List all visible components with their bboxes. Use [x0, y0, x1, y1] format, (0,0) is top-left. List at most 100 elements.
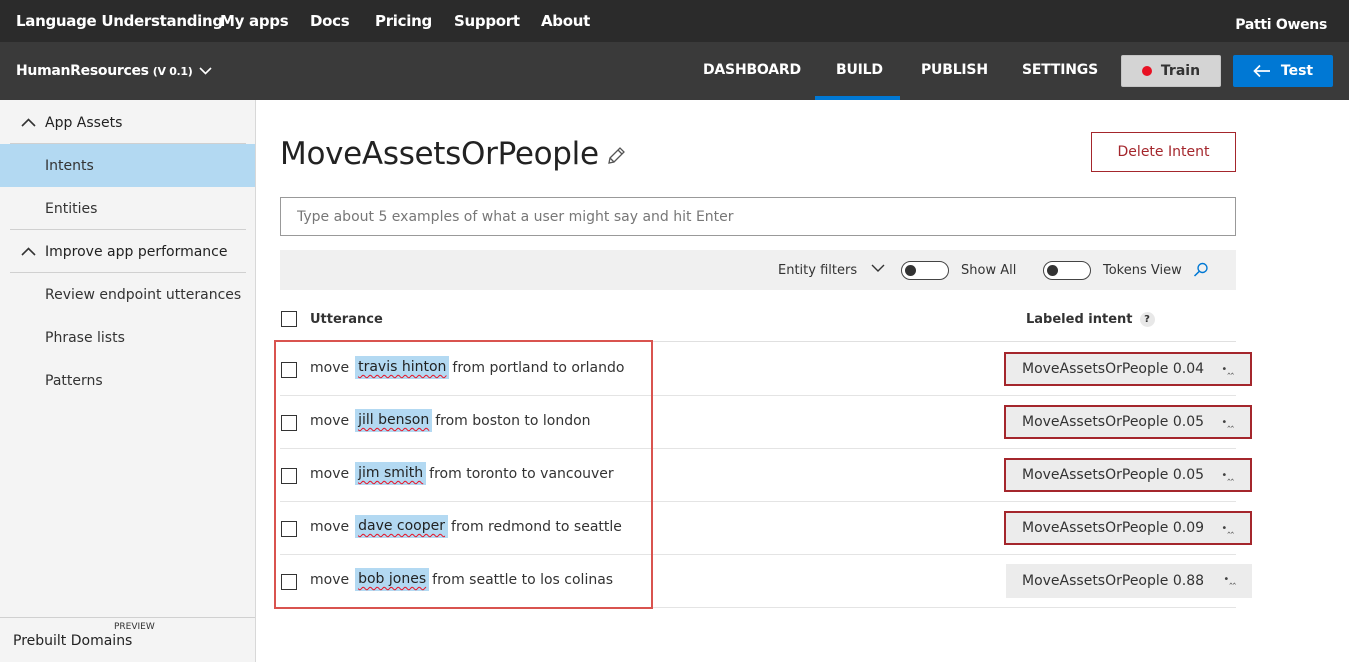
column-header-labeled-intent: Labeled intent ? [1026, 312, 1155, 327]
utterance-suffix: from portland to orlando [452, 359, 625, 376]
row-checkbox[interactable] [281, 415, 297, 431]
page-title: MoveAssetsOrPeople [280, 136, 599, 172]
preview-badge: PREVIEW [114, 622, 155, 632]
utterance-text[interactable]: move dave cooper from redmond to seattle [310, 515, 622, 538]
intent-value: MoveAssetsOrPeople 0.04 [1022, 361, 1205, 377]
tab-build[interactable]: BUILD [836, 62, 883, 78]
show-all-toggle[interactable] [901, 261, 949, 280]
sidebar-item-review-endpoint[interactable]: Review endpoint utterances [0, 273, 255, 316]
utterance-input[interactable] [280, 197, 1236, 236]
entity-filters-label[interactable]: Entity filters [778, 263, 857, 278]
intent-value: MoveAssetsOrPeople 0.05 [1022, 467, 1205, 483]
sidebar-section-improve[interactable]: Improve app performance [0, 230, 256, 273]
tokens-view-toggle[interactable] [1043, 261, 1091, 280]
arrow-left-icon [1253, 64, 1270, 78]
row-checkbox[interactable] [281, 574, 297, 590]
intent-dropdown[interactable]: MoveAssetsOrPeople 0.09 •‸‸ [1004, 511, 1252, 545]
utterance-suffix: from redmond to seattle [451, 518, 622, 535]
user-name[interactable]: Patti Owens [1235, 17, 1327, 33]
row-checkbox[interactable] [281, 521, 297, 537]
test-button[interactable]: Test [1233, 55, 1333, 87]
entity-label[interactable]: travis hinton [355, 356, 450, 379]
sidebar-item-intents[interactable]: Intents [0, 144, 255, 187]
chevron-up-icon [21, 247, 36, 256]
utterance-prefix: move [310, 518, 350, 535]
app-selector[interactable]: HumanResources (V 0.1) [16, 63, 212, 79]
toggle-knob [1047, 265, 1058, 276]
status-dot-icon [1141, 66, 1152, 76]
intent-dropdown[interactable]: MoveAssetsOrPeople 0.05 •‸‸ [1004, 405, 1252, 439]
search-icon[interactable] [1193, 262, 1209, 278]
delete-intent-button[interactable]: Delete Intent [1091, 132, 1236, 172]
help-icon[interactable]: ? [1139, 312, 1155, 327]
intent-dropdown[interactable]: MoveAssetsOrPeople 0.05 •‸‸ [1004, 458, 1252, 492]
table-row: move bob jones from seattle to los colin… [280, 555, 1252, 608]
tab-dashboard[interactable]: DASHBOARD [703, 62, 801, 78]
dropdown-icon: •‸‸ [1221, 470, 1234, 481]
entity-label[interactable]: dave cooper [355, 515, 449, 538]
dropdown-icon: •‸‸ [1221, 417, 1234, 428]
table-header: Utterance Labeled intent ? [280, 304, 1236, 342]
utterance-prefix: move [310, 465, 350, 482]
section-label: App Assets [45, 114, 123, 131]
table-row: move dave cooper from redmond to seattle… [280, 502, 1252, 555]
test-label: Test [1280, 63, 1314, 79]
row-checkbox[interactable] [281, 362, 297, 378]
tab-publish[interactable]: PUBLISH [921, 62, 988, 78]
table-row: move jim smith from toronto to vancouver… [280, 449, 1252, 502]
sidebar-item-label: Review endpoint utterances [45, 286, 242, 303]
entity-label[interactable]: jim smith [355, 462, 427, 485]
table-row: move jill benson from boston to london M… [280, 396, 1252, 449]
intent-value: MoveAssetsOrPeople 0.05 [1022, 414, 1205, 430]
dropdown-icon: •‸‸ [1221, 523, 1234, 534]
train-button[interactable]: Train [1121, 55, 1221, 87]
nav-docs[interactable]: Docs [310, 12, 350, 30]
top-nav-bar: Language Understanding My apps Docs Pric… [0, 0, 1349, 42]
entity-label[interactable]: jill benson [355, 409, 433, 432]
table-row: move travis hinton from portland to orla… [280, 343, 1252, 396]
select-all-checkbox[interactable] [281, 311, 297, 327]
utterance-suffix: from toronto to vancouver [429, 465, 614, 482]
tokens-view-label: Tokens View [1103, 263, 1182, 278]
entity-label[interactable]: bob jones [355, 568, 430, 591]
intent-dropdown[interactable]: MoveAssetsOrPeople 0.04 •‸‸ [1004, 352, 1252, 386]
chevron-down-icon[interactable] [871, 264, 885, 273]
utterance-prefix: move [310, 412, 350, 429]
intent-dropdown[interactable]: MoveAssetsOrPeople 0.88 •‸‸ [1006, 564, 1252, 598]
utterance-prefix: move [310, 359, 350, 376]
nav-support[interactable]: Support [454, 12, 520, 30]
dropdown-icon: •‸‸ [1221, 364, 1234, 375]
app-version: (V 0.1) [152, 64, 193, 78]
sidebar-item-entities[interactable]: Entities [0, 187, 255, 230]
chevron-down-icon [198, 67, 212, 75]
sidebar: App Assets Intents Entities Improve app … [0, 100, 256, 662]
nav-language-understanding[interactable]: Language Understanding [16, 12, 223, 30]
filter-bar: Entity filters Show All Tokens View [280, 250, 1236, 290]
active-tab-indicator [815, 96, 900, 100]
nav-about[interactable]: About [541, 12, 590, 30]
sidebar-item-phrase-lists[interactable]: Phrase lists [0, 316, 255, 359]
utterance-text[interactable]: move bob jones from seattle to los colin… [310, 568, 613, 591]
utterance-text[interactable]: move travis hinton from portland to orla… [310, 356, 624, 379]
dropdown-icon: •‸‸ [1223, 574, 1236, 585]
utterance-suffix: from seattle to los colinas [432, 571, 614, 588]
utterance-prefix: move [310, 571, 350, 588]
utterance-text[interactable]: move jill benson from boston to london [310, 409, 591, 432]
pencil-icon[interactable] [605, 145, 627, 167]
intent-value: MoveAssetsOrPeople 0.88 [1022, 573, 1205, 589]
prebuilt-domains-link[interactable]: PREVIEW Prebuilt Domains [0, 617, 255, 662]
app-name: HumanResources [16, 63, 149, 79]
nav-pricing[interactable]: Pricing [375, 12, 432, 30]
intent-value: MoveAssetsOrPeople 0.09 [1022, 520, 1205, 536]
tab-settings[interactable]: SETTINGS [1022, 62, 1098, 78]
nav-my-apps[interactable]: My apps [220, 12, 289, 30]
prebuilt-domains-label: Prebuilt Domains [13, 633, 133, 649]
sidebar-item-patterns[interactable]: Patterns [0, 359, 255, 402]
sidebar-section-app-assets[interactable]: App Assets [0, 101, 256, 144]
show-all-label: Show All [961, 263, 1017, 278]
column-header-utterance: Utterance [310, 312, 383, 327]
utterance-text[interactable]: move jim smith from toronto to vancouver [310, 462, 614, 485]
sidebar-item-label: Entities [45, 200, 98, 217]
utterance-suffix: from boston to london [435, 412, 591, 429]
row-checkbox[interactable] [281, 468, 297, 484]
